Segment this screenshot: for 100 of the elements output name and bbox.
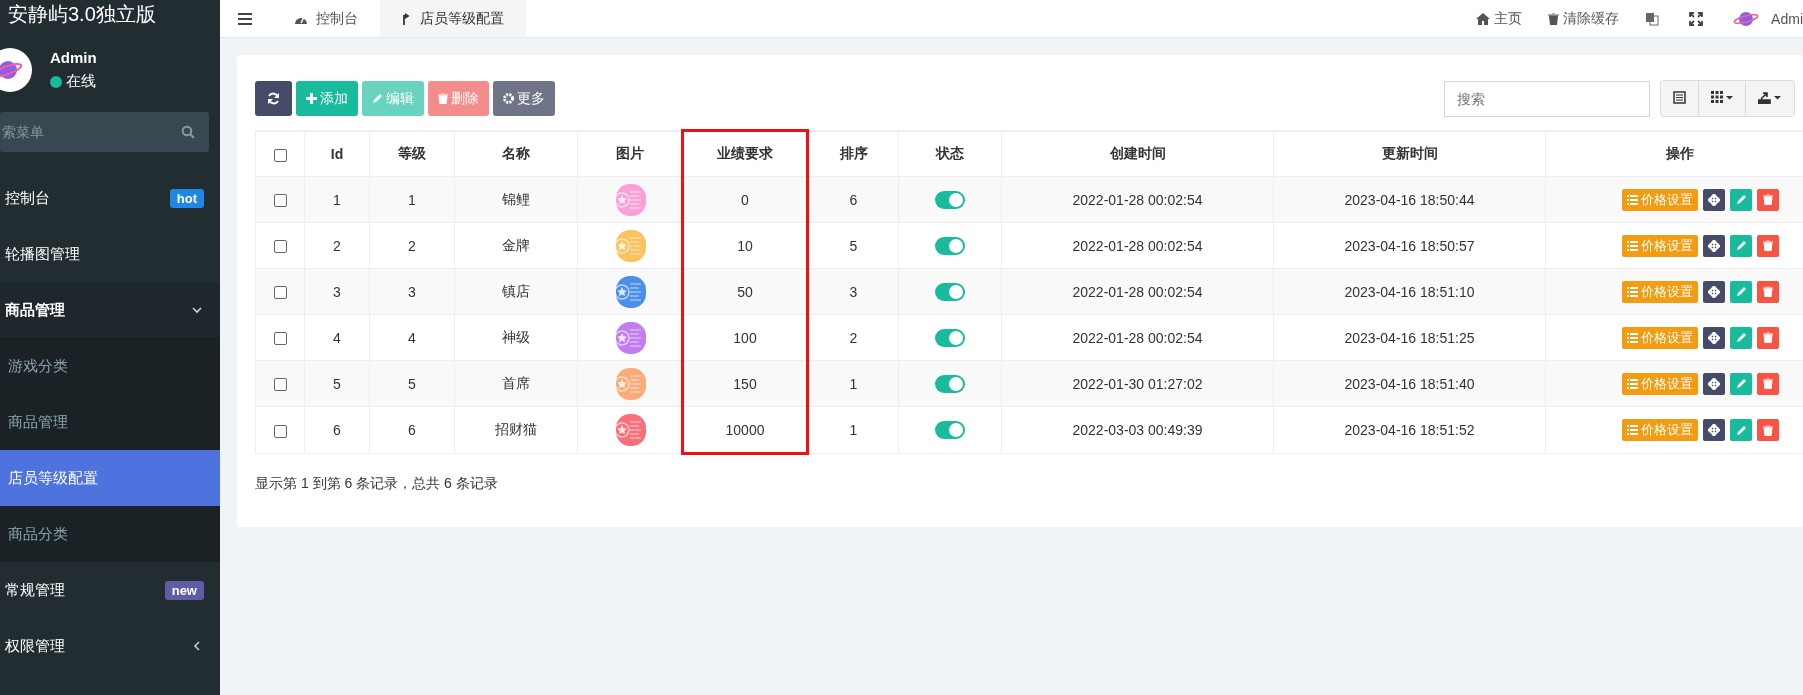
submenu-item[interactable]: 店员等级配置 (0, 450, 220, 506)
table-cell: 2022-01-28 00:02:54 (1072, 329, 1203, 346)
toggle-view-button[interactable] (1661, 81, 1698, 116)
table-cell: 50 (737, 283, 753, 300)
trash-icon (1763, 378, 1773, 389)
columns-button[interactable] (1698, 81, 1745, 116)
table-cell: 2023-04-16 18:50:44 (1344, 191, 1475, 208)
table-cell: 6 (408, 422, 416, 438)
trash-icon (1763, 286, 1773, 297)
list-icon (1627, 240, 1638, 251)
export-button[interactable] (1745, 81, 1794, 116)
status-switch[interactable] (935, 328, 965, 347)
header-link[interactable]: 清除缓存 (1548, 9, 1620, 28)
search-field[interactable]: 搜索 (1444, 80, 1650, 117)
table-cell: 5 (408, 375, 416, 392)
move-icon (1708, 424, 1720, 436)
row-checkbox[interactable] (273, 194, 287, 208)
more-button[interactable]: 更多 (493, 81, 555, 116)
table-cell: 3 (333, 283, 341, 300)
trash-icon (1548, 12, 1560, 25)
delete-button[interactable] (1757, 372, 1779, 395)
planet-avatar-icon[interactable] (1733, 9, 1760, 28)
table-cell: 2022-01-28 00:02:54 (1072, 191, 1203, 208)
table-cell: 4 (408, 329, 416, 346)
table-cell: 10 (737, 237, 753, 254)
user-name: Admin (50, 49, 97, 66)
row-checkbox[interactable] (273, 332, 287, 346)
translate-icon[interactable] (1645, 11, 1660, 26)
fullscreen-icon[interactable] (1689, 11, 1704, 26)
pencil-icon (1735, 424, 1747, 436)
delete-button[interactable] (1757, 188, 1779, 211)
trash-icon (1763, 194, 1773, 205)
submenu-item[interactable]: 游戏分类 (0, 338, 220, 394)
pagination-info: 显示第 1 到第 6 条记录，总共 6 条记录 (255, 475, 499, 493)
menu-item[interactable]: 商品管理 (0, 282, 220, 338)
table-cell: 招财猫 (495, 421, 537, 437)
table-cell: 神级 (502, 328, 530, 345)
row-checkbox[interactable] (273, 424, 287, 438)
submenu-item[interactable]: 商品管理 (0, 394, 220, 450)
status-switch[interactable] (935, 282, 965, 301)
pencil-icon (1735, 286, 1747, 297)
level-up-icon (402, 12, 412, 25)
table-cell: 2023-04-16 18:51:52 (1344, 422, 1475, 438)
row-checkbox[interactable] (273, 378, 287, 392)
header-link[interactable]: 主页 (1476, 9, 1523, 28)
delete-button[interactable] (1757, 326, 1779, 349)
pencil-icon (1735, 378, 1747, 389)
menu-item[interactable]: 权限管理 (0, 618, 220, 674)
refresh-button[interactable] (255, 81, 292, 116)
table-cell: 3 (849, 283, 858, 300)
page-tab[interactable]: 店员等级配置 (380, 0, 526, 37)
drag-button[interactable] (1703, 326, 1725, 349)
table-cell: 锦鲤 (502, 190, 530, 207)
drag-button[interactable] (1703, 280, 1725, 303)
row-checkbox[interactable] (273, 286, 287, 300)
status-switch[interactable] (935, 236, 965, 255)
delete-button[interactable] (1757, 280, 1779, 303)
pencil-icon (1735, 194, 1747, 205)
pencil-icon (1735, 240, 1747, 251)
status-switch[interactable] (935, 421, 965, 440)
delete-button[interactable] (1757, 234, 1779, 257)
table-cell: 2023-04-16 18:51:25 (1344, 329, 1475, 346)
status-switch[interactable] (935, 374, 965, 393)
table-cell: 1 (849, 422, 858, 438)
menu-search-field[interactable]: 索菜单 (0, 112, 209, 152)
delete-button[interactable] (1757, 419, 1779, 441)
table-cell: 2 (408, 237, 416, 254)
row-checkbox[interactable] (273, 240, 287, 254)
app-title: 安静屿3.0独立版 (7, 2, 157, 27)
menu-badge: hot (169, 188, 204, 208)
drag-button[interactable] (1703, 188, 1725, 211)
status-switch[interactable] (935, 190, 965, 209)
drag-button[interactable] (1703, 234, 1725, 257)
submenu-item[interactable]: 商品分类 (0, 506, 220, 562)
move-icon (1708, 331, 1720, 344)
table-cell: 2023-04-16 18:51:40 (1344, 375, 1475, 392)
drag-button[interactable] (1703, 419, 1725, 441)
table-cell: 1 (849, 375, 858, 392)
trash-icon (1763, 332, 1773, 343)
menu-item[interactable]: 常规管理 new (0, 562, 220, 618)
table-cell: 6 (849, 191, 858, 208)
page-tab[interactable]: 控制台 (272, 0, 380, 37)
drag-button[interactable] (1703, 372, 1725, 395)
table-cell: 2022-01-28 00:02:54 (1072, 237, 1203, 254)
table-cell: 首席 (502, 374, 530, 391)
table-cell: 1 (408, 191, 416, 208)
table-cell: 6 (333, 422, 341, 438)
menu-item[interactable]: 轮播图管理 (0, 226, 220, 282)
list-icon (1673, 90, 1686, 104)
table-cell: 3 (408, 283, 416, 300)
move-icon (1708, 193, 1720, 206)
table-cell: 镇店 (502, 282, 530, 299)
select-all-checkbox[interactable] (273, 148, 287, 162)
menu-item[interactable]: 控制台 hot (0, 170, 220, 226)
trash-icon (438, 93, 448, 104)
table-cell: 10000 (725, 421, 765, 438)
table-cell: 150 (733, 375, 757, 392)
user-name[interactable]: Admi (1771, 10, 1803, 27)
menu-icon[interactable] (238, 12, 252, 25)
plus-icon (306, 93, 317, 104)
